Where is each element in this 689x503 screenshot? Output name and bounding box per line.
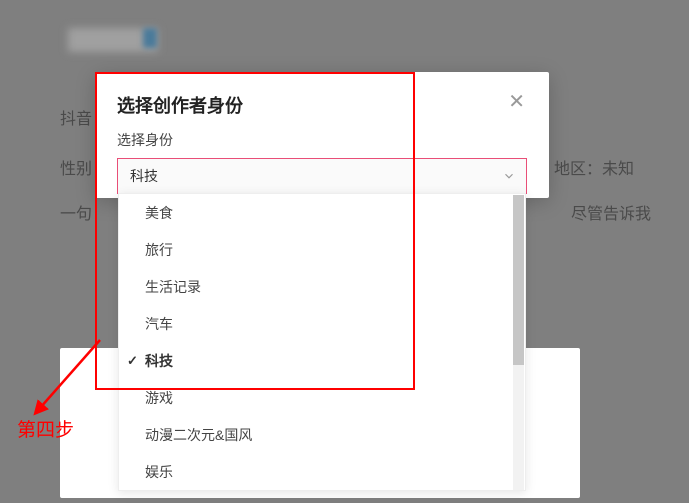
option-entertainment[interactable]: 娱乐 xyxy=(119,453,525,490)
close-icon[interactable]: ✕ xyxy=(506,92,527,112)
option-car[interactable]: 汽车 xyxy=(119,305,525,342)
option-label: 汽车 xyxy=(145,314,173,334)
identity-dropdown: 美食 旅行 生活记录 汽车 ✓ 科技 xyxy=(118,193,526,491)
step-annotation-label: 第四步 xyxy=(17,415,74,442)
scrollbar-thumb[interactable] xyxy=(513,195,524,365)
option-label: 娱乐 xyxy=(145,462,173,482)
bg-text: 抖音 xyxy=(60,105,92,129)
option-life[interactable]: 生活记录 xyxy=(119,268,525,305)
option-anime[interactable]: 动漫二次元&国风 xyxy=(119,416,525,453)
select-value: 科技 xyxy=(130,166,158,186)
modal-body: 选择身份 科技 美食 旅行 生活记录 xyxy=(95,130,549,198)
creator-identity-modal: 选择创作者身份 ✕ 选择身份 科技 美食 旅行 生活记录 xyxy=(95,72,549,198)
identity-select[interactable]: 科技 美食 旅行 生活记录 汽车 xyxy=(117,158,527,194)
modal-title: 选择创作者身份 xyxy=(117,92,243,118)
option-game[interactable]: 游戏 xyxy=(119,379,525,416)
bg-text: 一句 xyxy=(60,200,92,224)
option-label: 游戏 xyxy=(145,388,173,408)
modal-header: 选择创作者身份 ✕ xyxy=(95,72,549,130)
bg-text: 尽管告诉我 xyxy=(571,200,651,224)
option-food[interactable]: 美食 xyxy=(119,194,525,231)
option-label: 美食 xyxy=(145,203,173,223)
option-label: 动漫二次元&国风 xyxy=(145,425,252,445)
identity-field-label: 选择身份 xyxy=(117,130,527,150)
option-travel[interactable]: 旅行 xyxy=(119,231,525,268)
bg-text: 性别 xyxy=(60,155,92,179)
option-label: 旅行 xyxy=(145,240,173,260)
bg-text: 地区：未知 xyxy=(554,155,634,179)
option-tech[interactable]: ✓ 科技 xyxy=(119,342,525,379)
blurred-badge xyxy=(143,28,157,48)
chevron-down-icon xyxy=(502,169,516,183)
option-label: 科技 xyxy=(145,351,173,371)
check-icon: ✓ xyxy=(127,353,138,369)
option-label: 生活记录 xyxy=(145,277,201,297)
